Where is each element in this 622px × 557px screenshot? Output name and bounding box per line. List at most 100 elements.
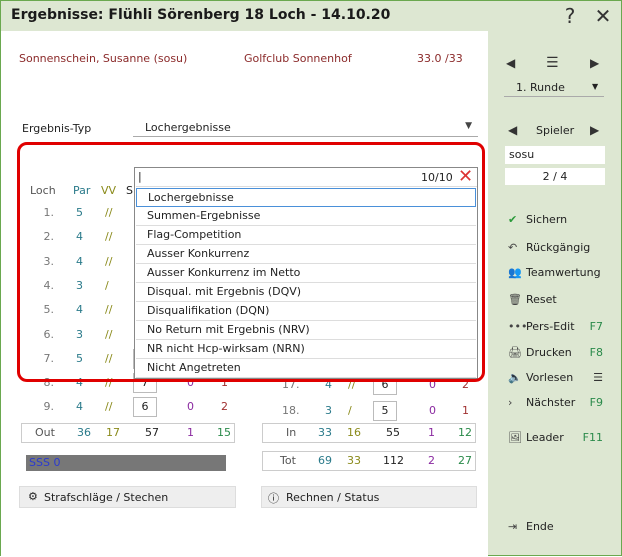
strokes-input[interactable]: 6 (133, 397, 157, 418)
prev-round-icon[interactable]: ◀ (506, 56, 515, 70)
hole-b: 2 (221, 400, 228, 414)
dropdown-count: 10/10 (421, 171, 453, 184)
pers-edit-button[interactable]: •••Pers-Edit F7 (508, 320, 621, 333)
dropdown-option[interactable]: Disqual. mit Ergebnis (DQV) (136, 283, 476, 302)
hole-par: 5 (76, 206, 83, 219)
club-name: Golfclub Sonnenhof (244, 52, 352, 65)
reset-label: Reset (526, 293, 557, 306)
hole-n: 9. (43, 400, 55, 414)
print-label: Drucken (526, 346, 572, 359)
dropdown-option[interactable]: Ausser Konkurrenz (136, 245, 476, 264)
hole-par: 3 (325, 404, 332, 417)
end-button[interactable]: ⇥ Ende (508, 520, 554, 533)
out-b: 15 (217, 426, 231, 439)
hole-n: 17. (282, 377, 300, 391)
out-vv: 17 (106, 426, 120, 439)
hole-par: 4 (325, 377, 332, 391)
col-s: S (126, 184, 133, 197)
close-button[interactable]: ✕ (591, 4, 615, 28)
hole-n: 8. (43, 376, 55, 390)
player-position: 2 / 4 (505, 168, 605, 185)
hole-b: 1 (462, 404, 469, 417)
next-button[interactable]: › Nächster F9 (508, 396, 621, 409)
save-label: Sichern (526, 213, 568, 226)
next-label: Nächster (526, 396, 576, 409)
handicap: 33.0 /33 (417, 52, 463, 65)
dropdown-option[interactable]: No Return mit Ergebnis (NRV) (136, 321, 476, 340)
next-player-icon[interactable]: ▶ (590, 123, 599, 137)
dropdown-option[interactable]: Lochergebnisse (136, 188, 476, 207)
in-row: In 33 16 55 1 12 (262, 423, 476, 443)
pers-edit-key: F7 (589, 320, 603, 333)
out-label: Out (35, 426, 55, 439)
hole-a: 0 (429, 404, 436, 417)
dropdown-option[interactable]: Nicht Angetreten (136, 359, 476, 378)
main-panel: Sonnenschein, Susanne (sosu) Golfclub So… (1, 31, 488, 557)
dropdown-option[interactable]: Ausser Konkurrenz im Netto (136, 264, 476, 283)
tot-a: 2 (428, 454, 435, 467)
print-button[interactable]: 🖨 Drucken F8 (508, 346, 621, 359)
image-icon: 🖼 (508, 431, 522, 444)
side-panel: ◀ ☰ ▶ 1. Runde ▼ ◀ Spieler ▶ sosu 2 / 4 … (488, 31, 621, 555)
pers-edit-label: Pers-Edit (526, 320, 575, 333)
out-row: Out 36 17 57 1 15 (21, 423, 235, 443)
out-strokes: 57 (145, 426, 159, 439)
reset-button[interactable]: 🗑 Reset (508, 293, 557, 306)
player-field-value: sosu (509, 148, 535, 161)
round-select[interactable]: 1. Runde ▼ (504, 79, 604, 97)
undo-label: Rückgängig (526, 241, 591, 254)
hole-par: 4 (76, 230, 83, 244)
next-round-icon[interactable]: ▶ (590, 56, 599, 70)
text-cursor: | (138, 170, 142, 183)
in-b: 12 (458, 426, 472, 439)
clear-icon[interactable]: ✕ (458, 166, 473, 187)
in-vv: 16 (347, 426, 361, 439)
compute-button[interactable]: ⓘ Rechnen / Status (261, 486, 477, 508)
exit-icon: ⇥ (508, 520, 518, 533)
penalty-button[interactable]: ⚙ Strafschläge / Stechen (19, 486, 236, 508)
compute-label: Rechnen / Status (286, 491, 380, 504)
menu-icon[interactable]: ☰ (593, 371, 603, 384)
player-field[interactable]: sosu (505, 146, 605, 164)
undo-icon: ↶ (508, 241, 518, 254)
dropdown-search-input[interactable]: | 10/10 ✕ (136, 166, 477, 187)
hole-vv: // (105, 206, 113, 219)
hole-vv: // (105, 327, 113, 341)
hole-vv: // (105, 351, 113, 365)
leader-key: F11 (582, 431, 603, 444)
tot-label: Tot (280, 454, 296, 467)
team-label: Teamwertung (526, 266, 601, 279)
leader-button[interactable]: 🖼 Leader F11 (508, 431, 621, 444)
player-label: Spieler (536, 124, 575, 137)
team-icon: 👥 (508, 266, 522, 279)
save-button[interactable]: ✔ Sichern (508, 213, 567, 226)
tot-par: 69 (318, 454, 332, 467)
dropdown-option[interactable]: Disqualifikation (DQN) (136, 302, 476, 321)
team-button[interactable]: 👥 Teamwertung (508, 266, 601, 279)
trash-icon: 🗑 (508, 293, 522, 306)
dropdown-option[interactable]: NR nicht Hcp-wirksam (NRN) (136, 340, 476, 359)
hole-n: 5. (43, 303, 55, 317)
undo-button[interactable]: ↶ Rückgängig (508, 241, 590, 254)
player-name: Sonnenschein, Susanne (sosu) (19, 52, 188, 65)
chevron-down-icon: ▼ (465, 121, 472, 131)
menu-icon[interactable]: ☰ (546, 55, 559, 71)
check-icon: ✔ (508, 213, 518, 226)
result-type-label: Ergebnis-Typ (22, 122, 92, 135)
sss-label: SSS 0 (29, 456, 61, 469)
result-type-dropdown: | 10/10 ✕ Lochergebnisse Summen-Ergebniss… (134, 166, 478, 379)
dropdown-option[interactable]: Summen-Ergebnisse (136, 207, 476, 226)
dropdown-option[interactable]: Flag-Competition (136, 226, 476, 245)
results-window: Ergebnisse: Flühli Sörenberg 18 Loch - 1… (0, 0, 622, 557)
prev-player-icon[interactable]: ◀ (508, 123, 517, 137)
gear-icon: ⚙ (28, 490, 38, 503)
hole-vv: // (105, 303, 113, 317)
print-key: F8 (589, 346, 603, 359)
result-type-select[interactable]: Lochergebnisse ▼ (133, 119, 478, 137)
read-button[interactable]: 🔈 Vorlesen ☰ (508, 371, 621, 384)
hole-par: 4 (76, 400, 83, 414)
help-button[interactable]: ? (558, 4, 582, 28)
strokes-input[interactable]: 5 (373, 401, 397, 421)
next-key: F9 (589, 396, 603, 409)
read-label: Vorlesen (526, 371, 574, 384)
